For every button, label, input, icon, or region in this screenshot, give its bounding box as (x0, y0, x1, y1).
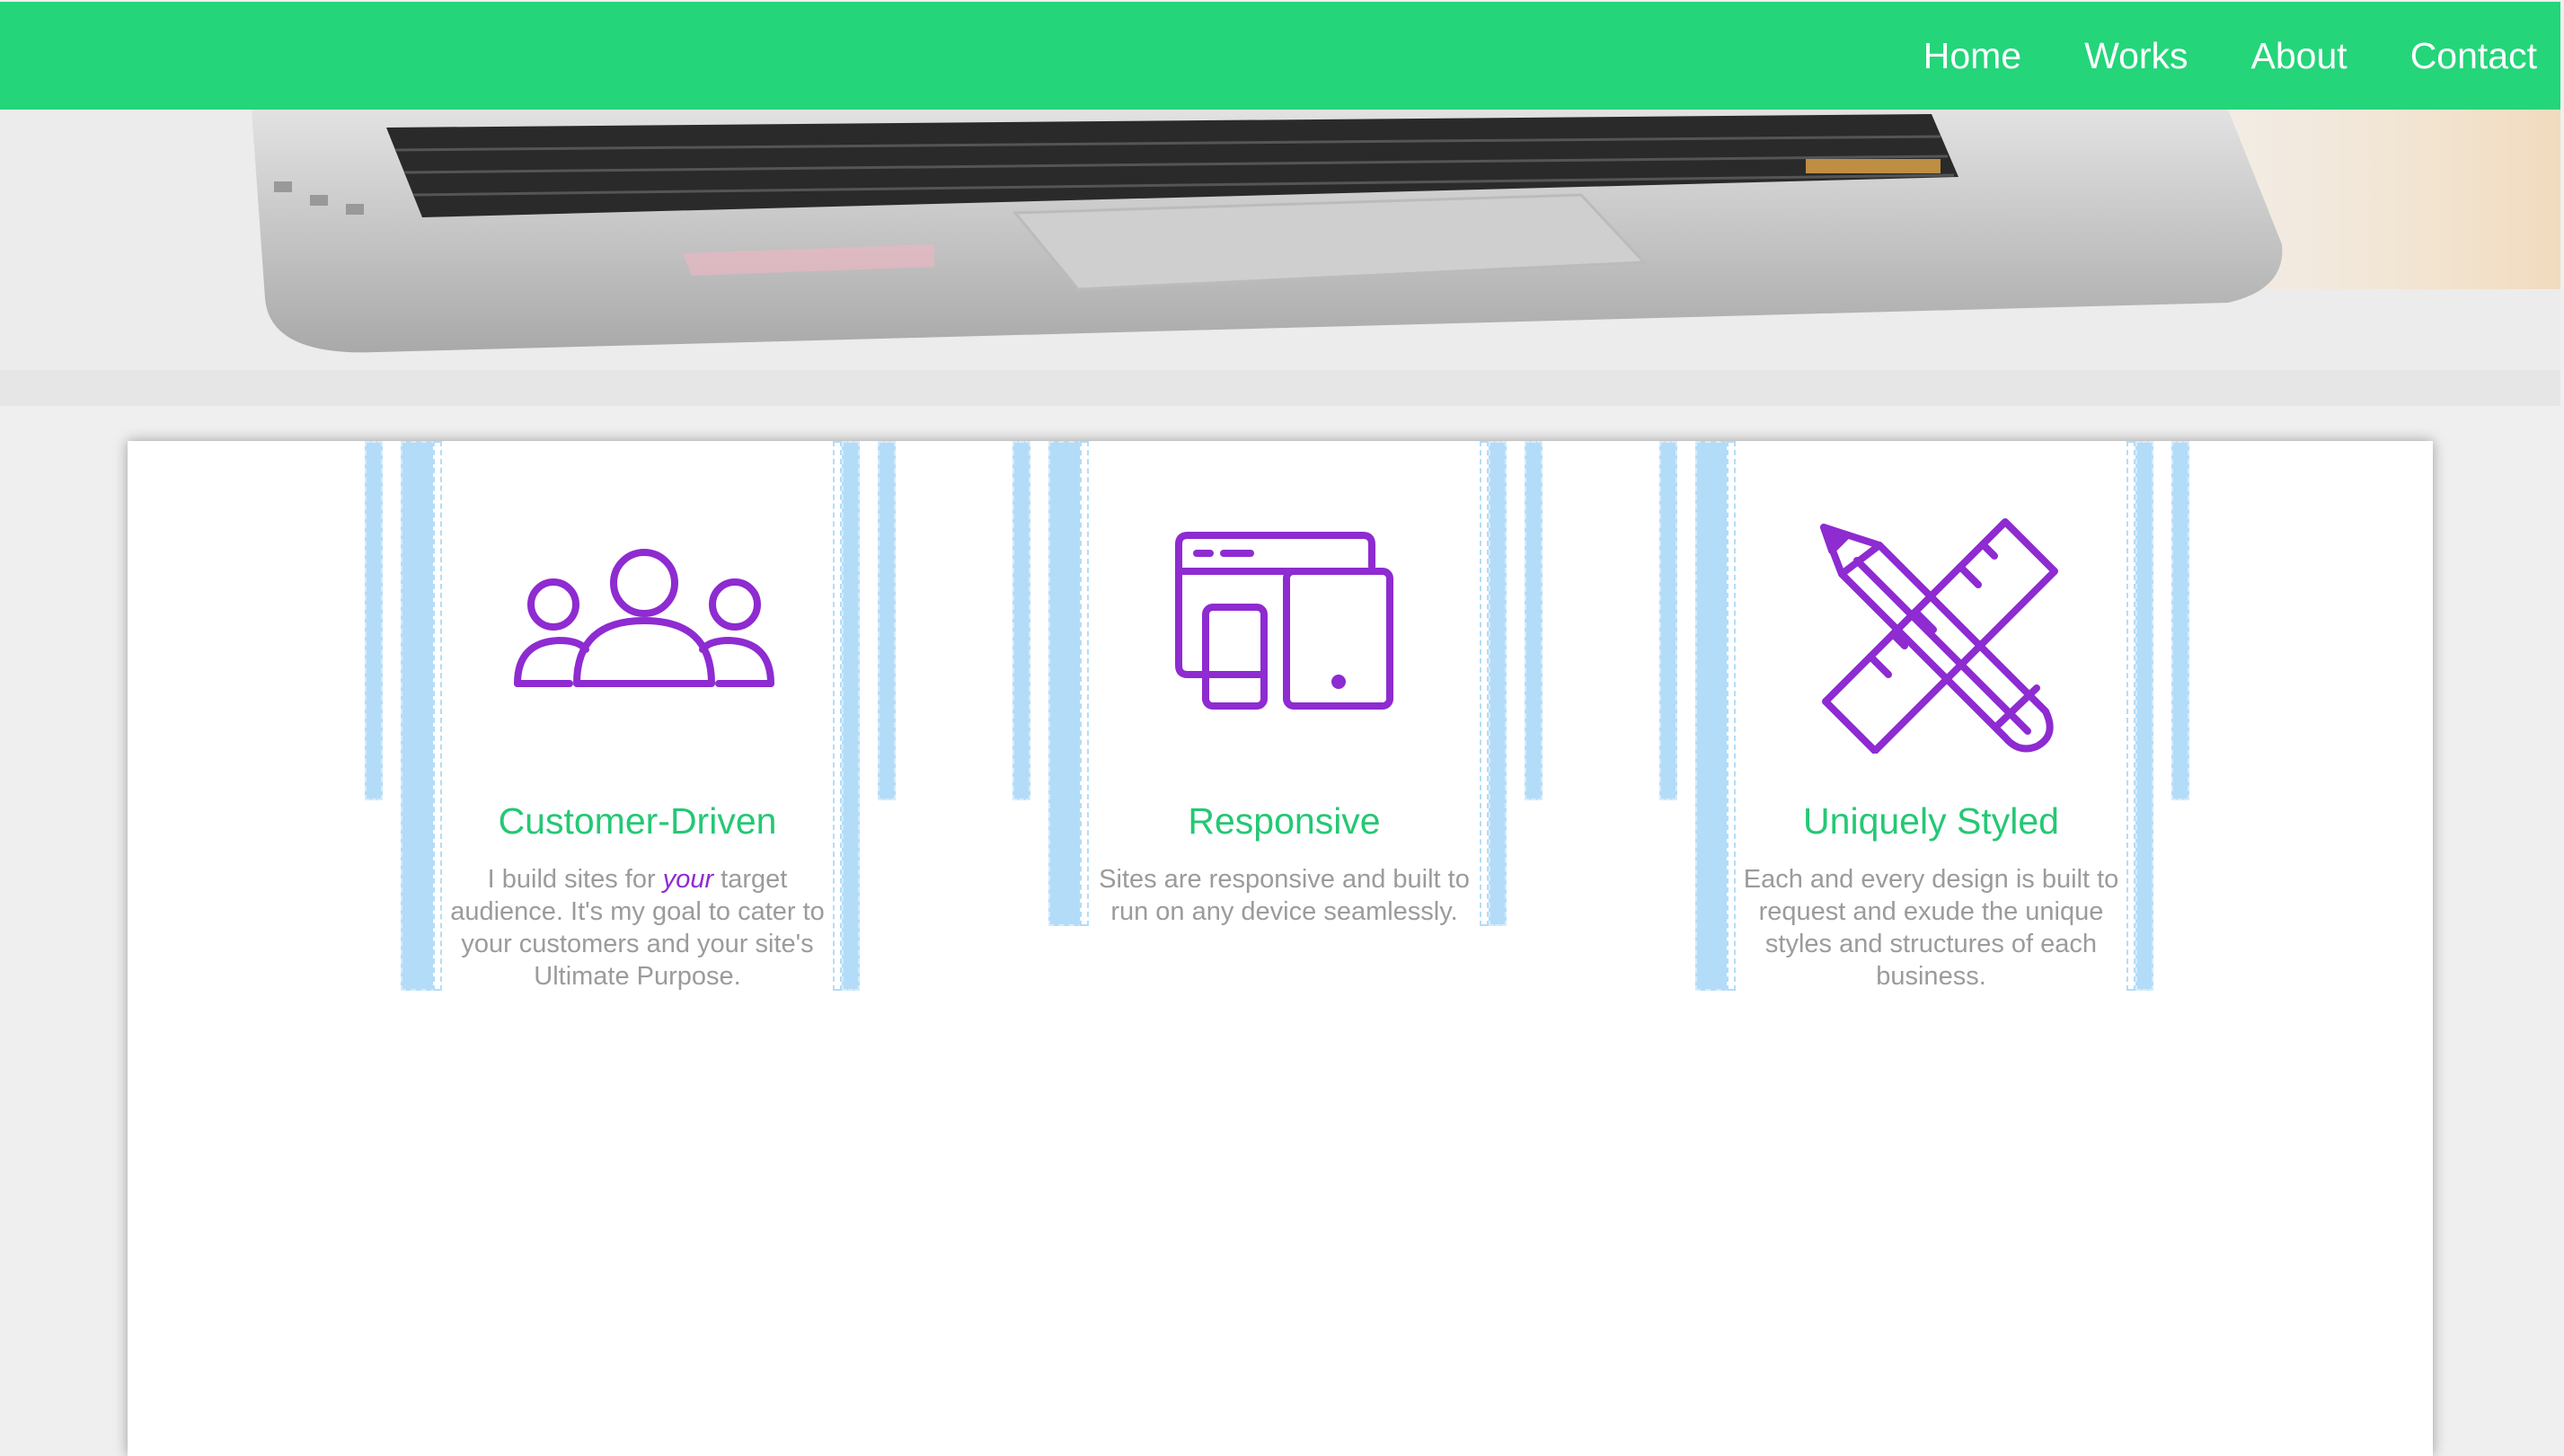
column-guide (1012, 441, 1030, 800)
pencil-ruler-icon (1820, 518, 2058, 754)
feature-description: I build sites for your target audience. … (442, 863, 833, 993)
column-guide (365, 441, 383, 800)
responsive-devices-icon (1175, 532, 1393, 710)
column-guide (1480, 441, 1489, 926)
column-guide (1695, 441, 1731, 991)
feature-title: Uniquely Styled (1803, 800, 2059, 842)
column-guide (833, 441, 842, 991)
column-guide (2171, 441, 2189, 800)
feature-title: Responsive (1188, 800, 1381, 842)
feature-description: Sites are responsive and built to run on… (1099, 865, 1470, 926)
nav-works-link[interactable]: Works (2084, 37, 2188, 75)
column-guide (2135, 441, 2153, 991)
column-guide (1525, 441, 1543, 800)
column-guide (433, 441, 442, 991)
feature-description-part: I build sites for (487, 865, 663, 894)
nav-contact-link[interactable]: Contact (2410, 37, 2537, 75)
column-guide (878, 441, 896, 800)
nav-about-link[interactable]: About (2251, 37, 2347, 75)
column-guide (842, 441, 860, 991)
laptop-image (0, 110, 2560, 406)
column-guide (1659, 441, 1677, 800)
column-guide (1489, 441, 1507, 926)
nav-home-link[interactable]: Home (1923, 37, 2021, 75)
hero-banner (0, 110, 2560, 406)
feature-description: Each and every design is built to reques… (1743, 865, 2119, 991)
column-guide (1080, 441, 1089, 926)
column-guide (401, 441, 437, 991)
top-navigation-bar: Home Works About Contact (0, 2, 2560, 110)
column-guide (2126, 441, 2135, 991)
feature-title: Customer-Driven (498, 800, 777, 842)
column-guide (1727, 441, 1736, 991)
column-guide (1048, 441, 1084, 926)
feature-description-emphasis: your (662, 865, 714, 894)
main-nav: Home Works About Contact (1861, 2, 2537, 110)
features-card: Customer-Driven I build sites for your t… (128, 441, 2433, 1456)
customers-group-icon (514, 549, 774, 687)
